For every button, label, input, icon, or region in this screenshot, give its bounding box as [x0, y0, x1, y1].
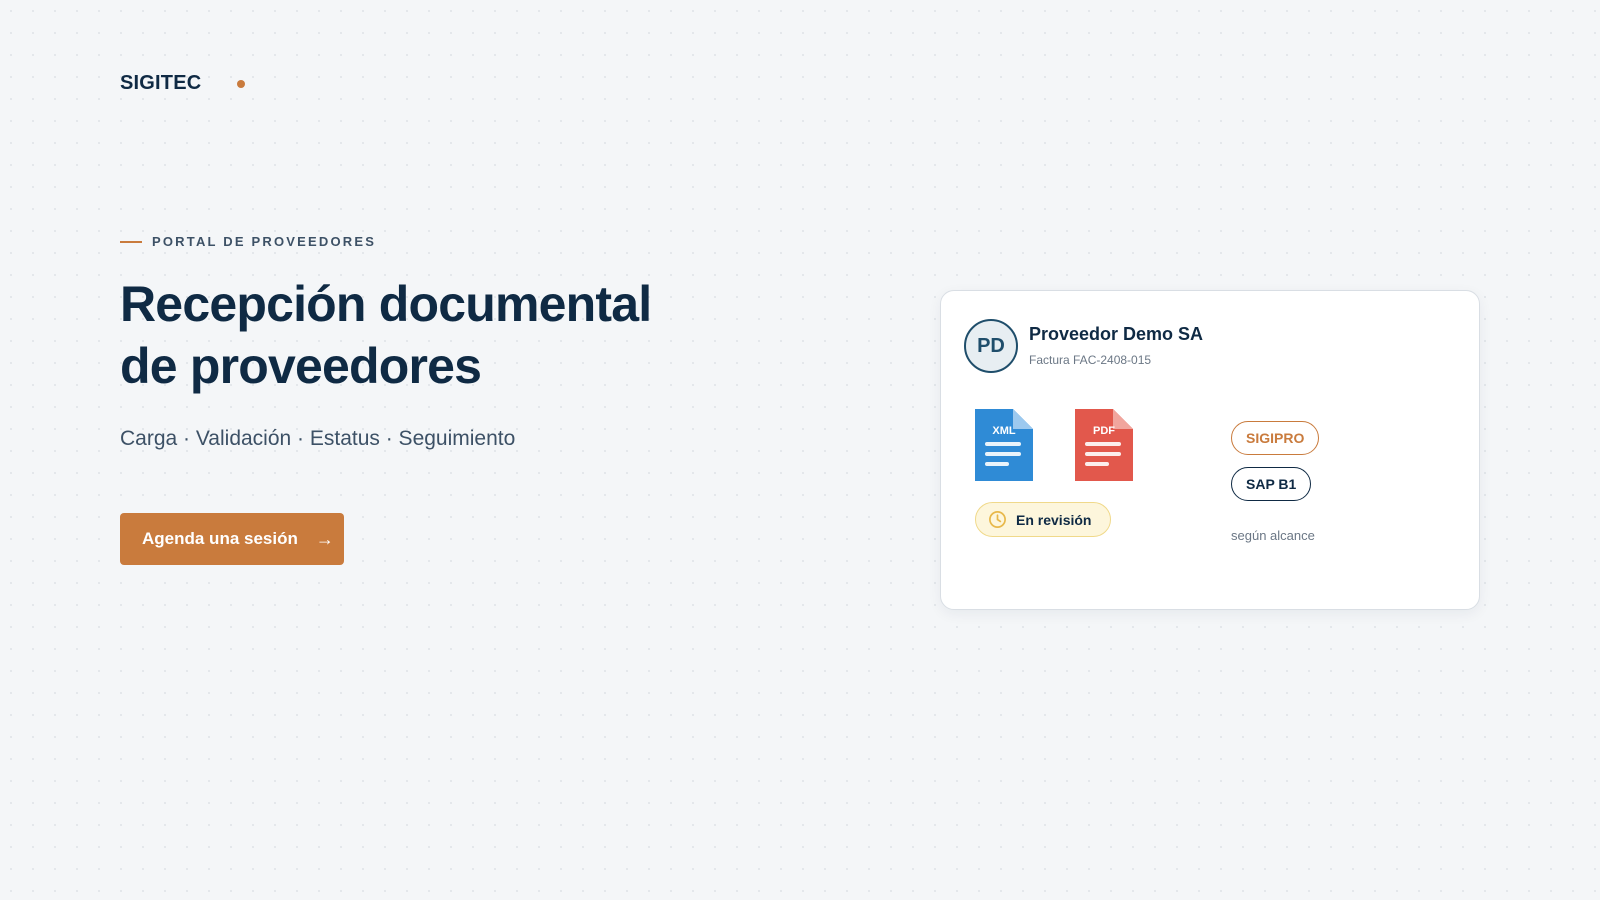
xml-file-shape: [975, 409, 1033, 481]
brand-header: SIGITEC: [120, 72, 246, 95]
status-badge: En revisión: [975, 502, 1111, 537]
page-title-line-1: Recepción documental: [120, 276, 652, 332]
clock-icon: [989, 511, 1006, 528]
pdf-file-label: PDF: [1093, 425, 1115, 437]
pdf-file-shape: [1075, 409, 1133, 481]
pdf-file-icon: PDF: [1075, 409, 1133, 481]
arrow-right-icon: →: [315, 528, 334, 549]
invoice-reference: Factura FAC-2408-015: [1029, 353, 1152, 367]
tag-sap-b1: SAP B1: [1231, 467, 1312, 501]
brand-logo[interactable]: SIGITEC: [120, 72, 201, 95]
document-preview-card: PD Proveedor Demo SA Factura FAC-2408-01…: [940, 290, 1480, 610]
scope-note: según alcance: [1231, 528, 1315, 543]
page-subtitle: Carga · Validación · Estatus · Seguimien…: [120, 427, 516, 450]
avatar: PD: [964, 319, 1018, 373]
schedule-session-button[interactable]: Agenda una sesión →: [120, 513, 344, 565]
brand-dot-icon: [237, 79, 246, 88]
xml-file-label: XML: [992, 425, 1016, 437]
eyebrow: PORTAL DE PROVEEDORES: [120, 234, 820, 249]
xml-file-icon: XML: [975, 409, 1033, 481]
hero-section: PORTAL DE PROVEEDORES Recepción document…: [120, 234, 820, 565]
eyebrow-label: PORTAL DE PROVEEDORES: [152, 234, 377, 249]
schedule-session-label: Agenda una sesión: [142, 529, 298, 548]
page-title: Recepción documental de proveedores: [120, 273, 820, 397]
eyebrow-line-icon: [120, 240, 142, 243]
supplier-name: Proveedor Demo SA: [1029, 324, 1204, 344]
tag-sigipro: SIGIPRO: [1231, 421, 1320, 455]
status-label: En revisión: [1016, 511, 1092, 528]
page-title-line-2: de proveedores: [120, 338, 482, 394]
